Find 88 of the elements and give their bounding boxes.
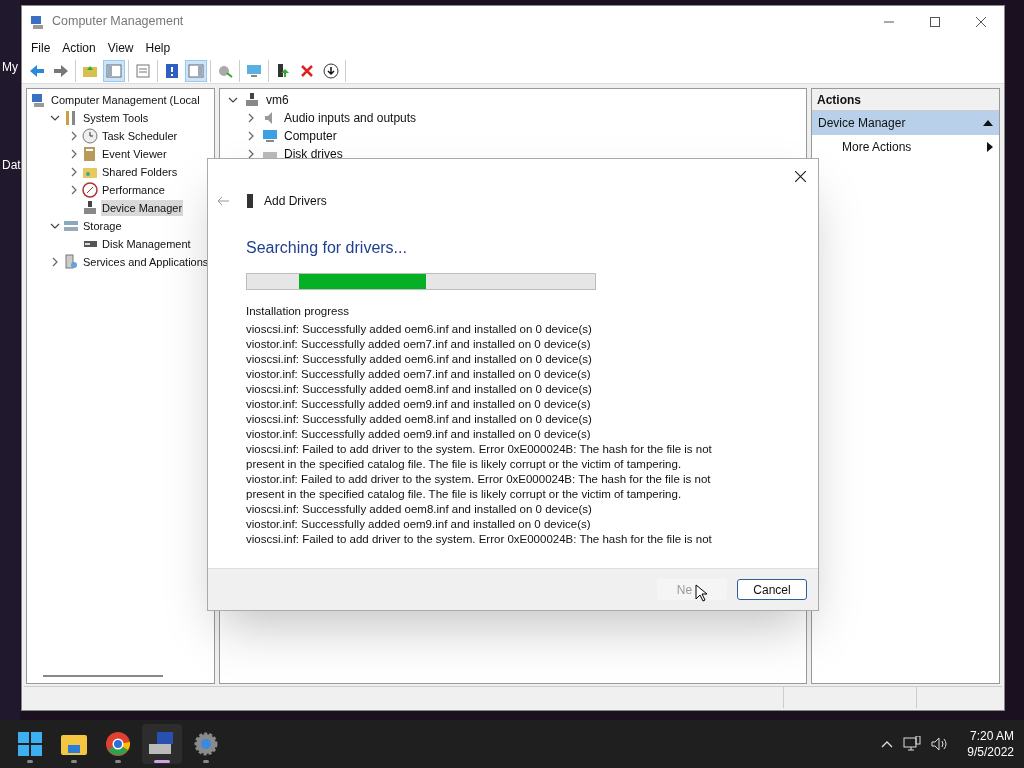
device-tree-item[interactable]: vm6: [266, 91, 289, 109]
menu-item[interactable]: File: [26, 38, 56, 57]
tree-item[interactable]: Event Viewer: [101, 145, 168, 163]
monitor-icon: [246, 62, 262, 79]
device-tree-item[interactable]: Audio inputs and outputs: [284, 109, 417, 127]
dialog-title: Add Drivers: [264, 193, 327, 210]
collapse-chevron-icon[interactable]: [228, 95, 238, 105]
log-line: vioscsi.inf: Failed to add driver to the system. Error 0xE000024B: The hash for the file is not: [246, 442, 713, 457]
gauge-icon: [82, 182, 98, 198]
browser-icon: [106, 732, 130, 756]
tree-item[interactable]: Task Scheduler: [101, 127, 179, 145]
list-icon: [135, 62, 151, 79]
storage-icon: [63, 218, 79, 234]
device-tree-item[interactable]: Computer: [284, 127, 337, 145]
services-icon: [63, 254, 79, 270]
tree-item[interactable]: Performance: [101, 181, 166, 199]
device-icon: [246, 194, 254, 208]
log-line: present in the specified catalog file. The file is likely corrupt or the victim of tampering.: [246, 457, 683, 472]
desktop-icon-label[interactable]: Dat: [0, 156, 21, 174]
folder-icon: [61, 733, 87, 755]
maximize-icon: [930, 16, 940, 27]
dialog-button[interactable]: Cancel: [737, 579, 807, 600]
back-arrow-icon: [29, 62, 45, 79]
volume-icon[interactable]: [931, 737, 950, 751]
log-label: Installation progress: [246, 304, 350, 319]
tree-item[interactable]: Storage: [82, 217, 123, 235]
log-line: vioscsi.inf: Successfully added oem8.inf and installed on 0 device(s): [246, 412, 593, 427]
download-icon: [323, 62, 339, 79]
collapse-chevron-icon[interactable]: [50, 113, 60, 123]
delete-icon: [299, 62, 315, 79]
log-line: viostor.inf: Successfully added oem9.inf and installed on 0 device(s): [246, 397, 592, 412]
clock-icon: [82, 128, 98, 144]
submenu-arrow-icon: [987, 142, 993, 152]
monitor-icon: [262, 128, 278, 144]
dialog-heading: Searching for drivers...: [246, 238, 408, 258]
actions-section[interactable]: Device Manager: [812, 111, 999, 135]
tree-item[interactable]: System Tools: [82, 109, 150, 127]
window-title: Computer Management: [52, 13, 184, 31]
menu-item[interactable]: View: [102, 38, 139, 57]
desktop-icon-label[interactable]: My: [0, 58, 18, 76]
tree-item[interactable]: Disk Management: [101, 235, 192, 253]
tree-item[interactable]: Shared Folders: [101, 163, 179, 181]
log-line: present in the specified catalog file. The file is likely corrupt or the victim of tampering.: [246, 487, 683, 502]
expand-chevron-icon[interactable]: [50, 257, 60, 267]
expand-chevron-icon[interactable]: [69, 167, 79, 177]
tree-item[interactable]: Services and Applications: [82, 253, 210, 271]
console-tree-icon: [106, 62, 122, 79]
expand-chevron-icon[interactable]: [69, 149, 79, 159]
section-title: Device Manager: [818, 115, 906, 132]
action-link[interactable]: More Actions: [842, 138, 912, 156]
log-icon: [82, 146, 98, 162]
action-pane-icon: [188, 62, 204, 79]
actions-header: Actions: [812, 89, 999, 111]
chevron-up-icon[interactable]: [881, 740, 894, 748]
expand-chevron-icon[interactable]: [246, 113, 256, 123]
close-icon: [794, 170, 806, 182]
clock-time[interactable]: 7:20 AM: [969, 728, 1014, 744]
log-line: vioscsi.inf: Successfully added oem8.inf and installed on 0 device(s): [246, 502, 593, 517]
collapse-chevron-icon[interactable]: [50, 221, 60, 231]
menu-item[interactable]: Help: [140, 38, 176, 57]
settings-icon: [194, 732, 218, 756]
expand-chevron-icon[interactable]: [246, 131, 256, 141]
log-line: viostor.inf: Failed to add driver to the system. Error 0xE000024B: The hash for the file is not: [246, 472, 712, 487]
log-line: vioscsi.inf: Successfully added oem6.inf and installed on 0 device(s): [246, 352, 593, 367]
tree-item[interactable]: Device Manager: [101, 199, 184, 217]
expand-chevron-icon[interactable]: [69, 185, 79, 195]
log-line: vioscsi.inf: Failed to add driver to the system. Error 0xE000024B: The hash for the file is not: [246, 532, 713, 547]
back-arrow-icon: [217, 196, 229, 206]
log-line: vioscsi.inf: Successfully added oem8.inf and installed on 0 device(s): [246, 382, 593, 397]
collapse-icon: [983, 120, 993, 126]
mouse-pointer-icon: [695, 583, 708, 602]
menu-item[interactable]: Action: [57, 38, 101, 57]
log-line: viostor.inf: Successfully added oem7.inf and installed on 0 device(s): [246, 367, 592, 382]
forward-arrow-icon: [53, 62, 69, 79]
log-line: viostor.inf: Successfully added oem9.inf and installed on 0 device(s): [246, 427, 592, 442]
add-driver-icon: [275, 62, 291, 79]
back-button[interactable]: [216, 194, 230, 208]
log-line: viostor.inf: Successfully added oem9.inf and installed on 0 device(s): [246, 517, 592, 532]
tree-item[interactable]: Computer Management (Local: [50, 91, 201, 109]
taskbar-app[interactable]: [142, 724, 182, 764]
expand-chevron-icon[interactable]: [69, 131, 79, 141]
close-icon: [976, 16, 986, 27]
clock-date[interactable]: 9/5/2022: [967, 744, 1014, 760]
start-icon: [18, 732, 42, 756]
network-icon[interactable]: [903, 736, 922, 752]
log-line: vioscsi.inf: Successfully added oem6.inf and installed on 0 device(s): [246, 322, 593, 337]
device-icon: [82, 200, 98, 216]
log-line: viostor.inf: Successfully added oem7.inf and installed on 0 device(s): [246, 337, 592, 352]
